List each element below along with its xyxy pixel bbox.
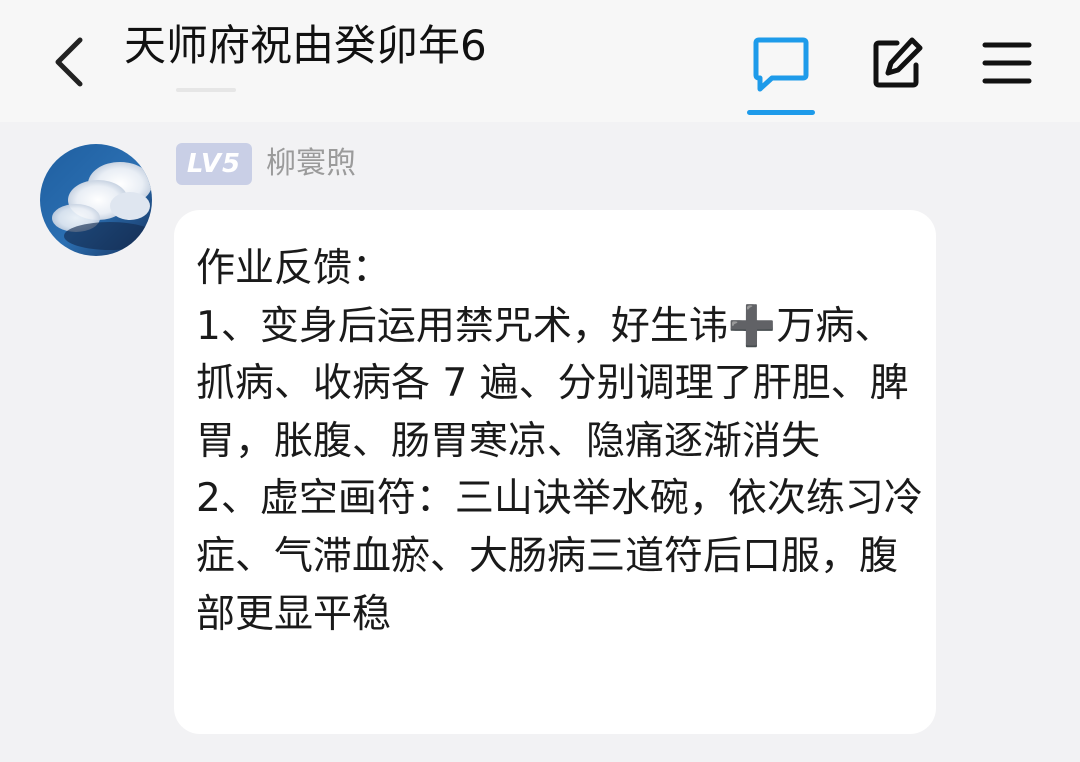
menu-button[interactable] — [974, 30, 1040, 96]
page-title: 天师府祝由癸卯年6 — [124, 21, 487, 70]
top-bar: 天师府祝由癸卯年6 — [0, 0, 1080, 122]
comment-button[interactable] — [748, 30, 814, 96]
level-badge: LV5 — [176, 143, 252, 185]
cloud-sky-avatar-icon — [40, 144, 152, 256]
comment-icon — [753, 37, 809, 92]
avatar[interactable] — [40, 144, 152, 256]
title-underline — [176, 88, 236, 92]
edit-button[interactable] — [864, 30, 930, 96]
active-tab-indicator — [747, 110, 815, 115]
back-button[interactable] — [40, 30, 100, 94]
chevron-left-icon — [55, 37, 83, 87]
menu-icon — [982, 42, 1032, 84]
edit-icon — [873, 37, 923, 88]
message-text: 作业反馈： 1、变身后运用禁咒术，好生讳➕万病、抓病、收病各 7 遍、分别调理了… — [196, 246, 923, 637]
username[interactable]: 柳寰煦 — [266, 142, 356, 186]
message-bubble: 作业反馈： 1、变身后运用禁咒术，好生讳➕万病、抓病、收病各 7 遍、分别调理了… — [174, 210, 936, 734]
